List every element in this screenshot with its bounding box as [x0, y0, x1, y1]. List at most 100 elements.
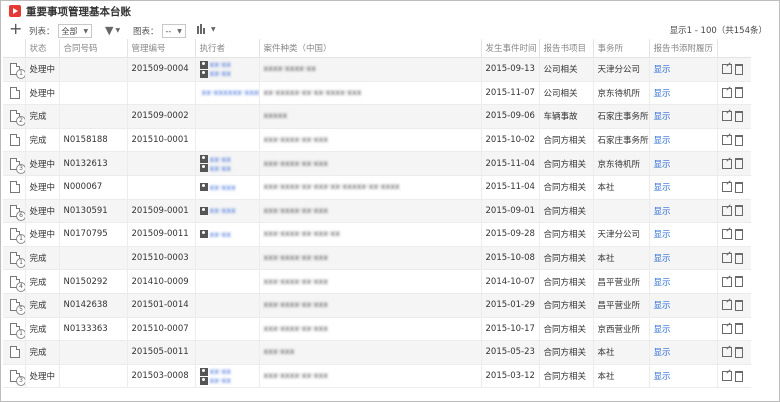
- edit-icon[interactable]: [721, 182, 732, 193]
- delete-icon[interactable]: [734, 134, 743, 146]
- table-row[interactable]: 完成 201505-0011 xxx·xxx 2015-05-23 合同方相关 本社 显示: [3, 340, 751, 365]
- table-row[interactable]: 6 处理中 N0130591 201509-0001 xx·xxx xxx·xxxx·xx…: [3, 199, 751, 224]
- chart-button[interactable]: ▼: [197, 24, 216, 34]
- executor-item[interactable]: xx·xx: [199, 155, 259, 164]
- executor-item[interactable]: xx·xxx: [199, 183, 259, 192]
- doc-cell[interactable]: [3, 340, 25, 365]
- column-header[interactable]: 案件种类（中国）: [258, 39, 481, 58]
- executor-item[interactable]: xx·xx: [199, 230, 259, 239]
- list-select[interactable]: 全部 ▼: [57, 24, 93, 38]
- column-header[interactable]: 合同号码: [58, 39, 127, 58]
- table-row[interactable]: 1 处理中 N0170795 201509-0011 xx·xx xxx·xxxx·xx·…: [3, 222, 751, 247]
- show-link[interactable]: 显示: [654, 183, 671, 193]
- doc-cell[interactable]: 3: [3, 364, 25, 389]
- executor-item[interactable]: xx·xx: [199, 69, 259, 78]
- table-row[interactable]: 处理中 xx·xxxxxx·xxxxxxx·xxxxx·xx·xx·xxxx·xx…: [3, 81, 751, 106]
- edit-icon[interactable]: [721, 371, 732, 382]
- table-row[interactable]: 1 处理中 201509-0004 xx·xx xx·xx xxxx·xxxx·xx 201…: [3, 57, 751, 82]
- doc-cell[interactable]: [3, 81, 25, 106]
- doc-cell[interactable]: 2: [3, 104, 25, 129]
- delete-icon[interactable]: [734, 370, 743, 382]
- column-header[interactable]: 执行者: [194, 39, 259, 58]
- edit-icon[interactable]: [721, 135, 732, 146]
- doc-cell[interactable]: [3, 175, 25, 200]
- show-link[interactable]: 显示: [654, 112, 671, 122]
- show-link[interactable]: 显示: [654, 372, 671, 382]
- edit-icon[interactable]: [721, 347, 732, 358]
- table-row[interactable]: 1 完成 N0133363 201510-0007 xxx·xxxx·xx·xxx 201…: [3, 317, 751, 342]
- filter-button[interactable]: ▼ ▼: [105, 24, 120, 37]
- edit-icon[interactable]: [721, 111, 732, 122]
- show-link[interactable]: 显示: [654, 136, 671, 146]
- chart-select[interactable]: -- ▼: [161, 24, 186, 38]
- show-link[interactable]: 显示: [654, 160, 671, 170]
- edit-icon[interactable]: [721, 205, 732, 216]
- add-icon[interactable]: +: [9, 21, 22, 37]
- table-row[interactable]: 4 完成 N0150292 201410-0009 xxx·xxxx·xx·xxx 201…: [3, 269, 751, 294]
- delete-icon[interactable]: [734, 181, 743, 193]
- show-link[interactable]: 显示: [654, 230, 671, 240]
- show-link[interactable]: 显示: [654, 207, 671, 217]
- case-type-cell: xxx·xxxx·xx·xxx: [258, 364, 481, 389]
- doc-cell[interactable]: 1: [3, 317, 25, 342]
- delete-icon[interactable]: [734, 63, 743, 75]
- executor-item[interactable]: xx·xx: [199, 164, 259, 173]
- doc-cell[interactable]: 1: [3, 246, 25, 271]
- show-link[interactable]: 显示: [654, 65, 671, 75]
- executor-item[interactable]: xx·xx: [199, 376, 259, 385]
- edit-icon[interactable]: [721, 276, 732, 287]
- delete-icon[interactable]: [734, 110, 743, 122]
- delete-icon[interactable]: [734, 158, 743, 170]
- executor-item[interactable]: xx·xx: [199, 367, 259, 376]
- show-link[interactable]: 显示: [654, 325, 671, 335]
- show-link[interactable]: 显示: [654, 254, 671, 264]
- show-link[interactable]: 显示: [654, 301, 671, 311]
- table-row[interactable]: 2 完成 201509-0002 xxxxx 2015-09-06 车辆事故 石家庄事务所显…: [3, 104, 751, 129]
- delete-icon[interactable]: [734, 346, 743, 358]
- table-row[interactable]: 处理中 N000067 xx·xxx xxx·xxxx·xx·xxx·xx·xxxxx…: [3, 175, 751, 200]
- office-cell: [592, 199, 649, 224]
- table-row[interactable]: 完成 N0158188 201510-0001 xxx·xxxx·xx·xxx 2015…: [3, 128, 751, 153]
- edit-icon[interactable]: [721, 87, 732, 98]
- delete-icon[interactable]: [734, 323, 743, 335]
- doc-cell[interactable]: 1: [3, 222, 25, 247]
- delete-icon[interactable]: [734, 228, 743, 240]
- column-header[interactable]: 报告书添附履历: [648, 39, 717, 58]
- mgmt-no-cell: [126, 81, 195, 106]
- doc-cell[interactable]: 5: [3, 293, 25, 318]
- executor-item[interactable]: xx·xx: [199, 60, 259, 69]
- edit-icon[interactable]: [721, 158, 732, 169]
- column-header[interactable]: 管理编号: [126, 39, 195, 58]
- edit-icon[interactable]: [721, 300, 732, 311]
- executor-item[interactable]: xx·xxxxxx·xxxxx: [200, 88, 260, 97]
- case-type-text: xxxx·xxxx·xx: [263, 64, 316, 74]
- executor-item[interactable]: xx·xxx: [199, 206, 259, 215]
- column-header[interactable]: 报告书项目: [538, 39, 593, 58]
- table-row[interactable]: 1 完成 201510-0003 xxx·xxxx·xx·xxx 2015-10-08 合…: [3, 246, 751, 271]
- doc-cell[interactable]: 1: [3, 57, 25, 82]
- table-row[interactable]: 3 处理中 N0132613 xx·xx xx·xx xxx·xxxx·xx·xxx 201…: [3, 151, 751, 176]
- show-link[interactable]: 显示: [654, 348, 671, 358]
- edit-icon[interactable]: [721, 229, 732, 240]
- edit-icon[interactable]: [721, 323, 732, 334]
- attachment-count-badge: 6: [16, 210, 25, 221]
- table-row[interactable]: 3 处理中 201503-0008 xx·xx xx·xx xxx·xxxx·xx·xxx…: [3, 364, 751, 389]
- edit-icon[interactable]: [721, 253, 732, 264]
- show-link[interactable]: 显示: [654, 89, 671, 99]
- show-link[interactable]: 显示: [654, 278, 671, 288]
- column-header[interactable]: 发生事件时间: [480, 39, 539, 58]
- delete-icon[interactable]: [734, 252, 743, 264]
- column-header[interactable]: 状态: [24, 39, 59, 58]
- column-header[interactable]: 事务所: [592, 39, 649, 58]
- doc-cell[interactable]: [3, 128, 25, 153]
- delete-icon[interactable]: [734, 276, 743, 288]
- doc-cell[interactable]: 4: [3, 269, 25, 294]
- table-row[interactable]: 5 完成 N0142638 201501-0014 xxx·xxxx·xx·xxx 201…: [3, 293, 751, 318]
- doc-cell[interactable]: 6: [3, 199, 25, 224]
- edit-icon[interactable]: [721, 64, 732, 75]
- delete-icon[interactable]: [734, 299, 743, 311]
- office-cell: 京西营业所: [592, 317, 649, 342]
- doc-cell[interactable]: 3: [3, 151, 25, 176]
- delete-icon[interactable]: [734, 87, 743, 99]
- delete-icon[interactable]: [734, 205, 743, 217]
